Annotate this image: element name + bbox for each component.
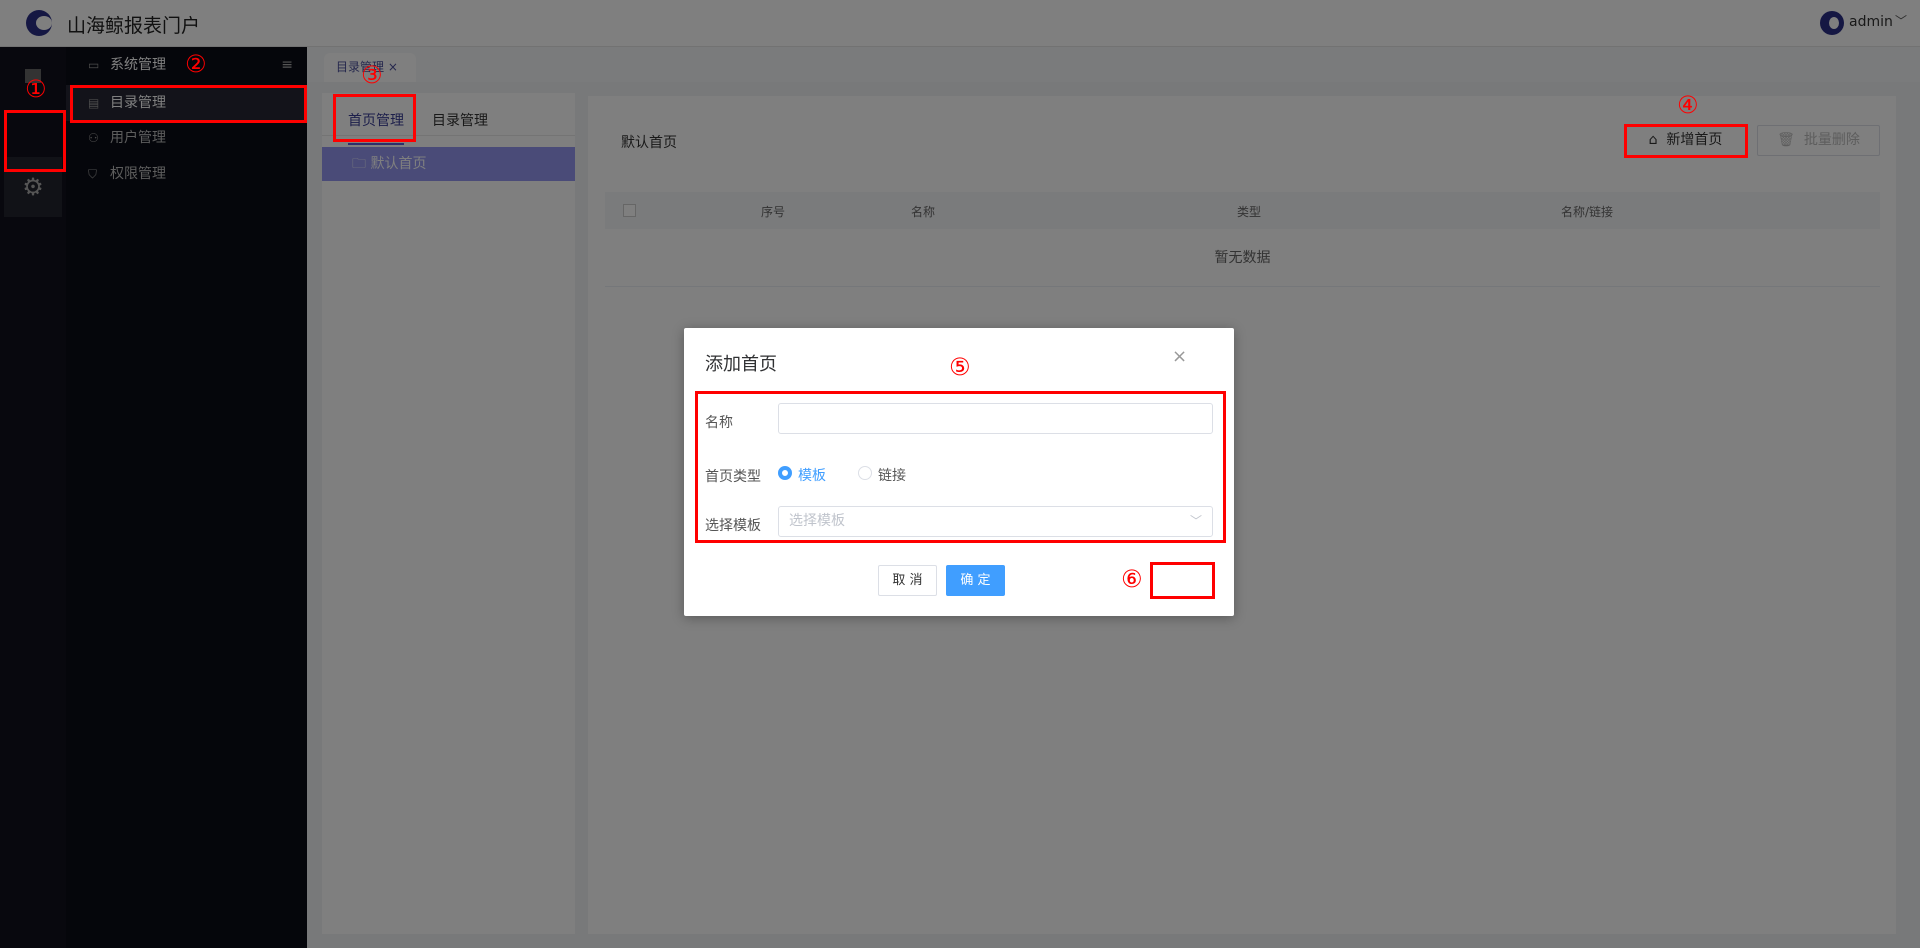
annotation-number-5: ⑤ — [949, 353, 971, 381]
annotation-number-6: ⑥ — [1121, 565, 1143, 593]
annotation-number-3: ③ — [361, 61, 383, 89]
cancel-button[interactable]: 取 消 — [878, 565, 937, 596]
annotation-box-4 — [1624, 124, 1748, 158]
confirm-button[interactable]: 确 定 — [946, 565, 1005, 596]
annotation-number-1: ① — [25, 75, 47, 103]
annotation-number-4: ④ — [1677, 91, 1699, 119]
annotation-box-1 — [4, 110, 66, 172]
annotation-box-5 — [695, 391, 1226, 543]
annotation-box-3 — [333, 94, 416, 142]
dialog-title: 添加首页 — [705, 354, 777, 375]
annotation-box-2 — [70, 85, 307, 123]
annotation-number-2: ② — [185, 50, 207, 78]
annotation-box-6 — [1150, 562, 1215, 599]
close-icon[interactable]: × — [1172, 346, 1187, 367]
